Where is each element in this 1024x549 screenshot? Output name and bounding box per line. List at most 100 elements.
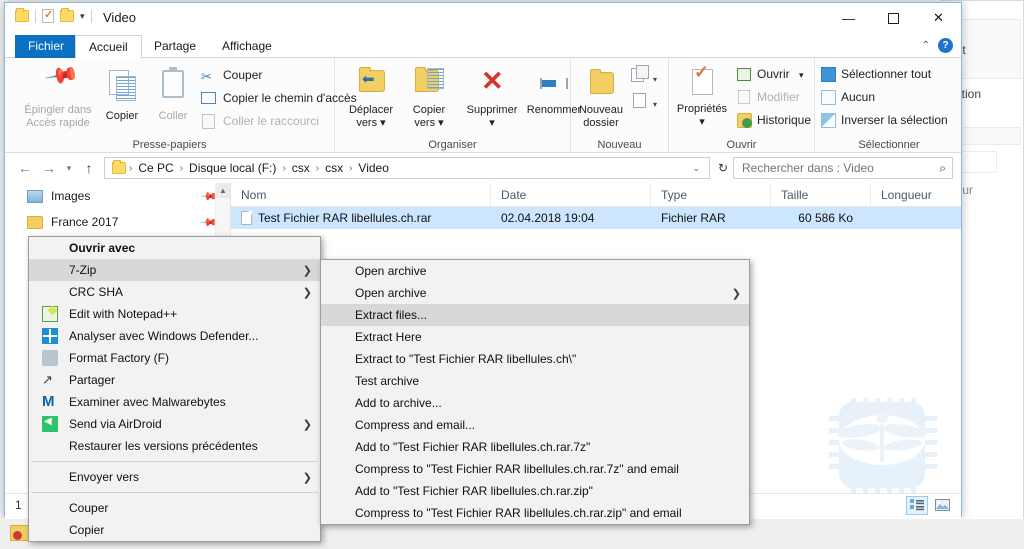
menu-item-7-zip[interactable]: 7-Zip ❯ — [29, 259, 320, 281]
chevron-down-icon[interactable]: ▾ — [80, 11, 85, 22]
cut-button[interactable]: ✂ Couper — [201, 65, 262, 85]
table-row[interactable]: Test Fichier RAR libellules.ch.rar 02.04… — [231, 207, 961, 229]
menu-item-crc-sha[interactable]: CRC SHA ❯ — [29, 281, 320, 303]
quick-access-toolbar[interactable]: ▾ — [15, 8, 92, 23]
search-box[interactable]: ⌕ — [733, 157, 953, 179]
breadcrumb-item-4[interactable]: Video — [355, 160, 391, 176]
sidebar-item-label: France 2017 — [51, 215, 119, 229]
chevron-down-icon[interactable]: ▾ — [653, 70, 657, 90]
scroll-up-icon[interactable]: ▲ — [216, 183, 230, 198]
breadcrumb-item-1[interactable]: Disque local (F:) — [186, 160, 279, 176]
file-name-cell[interactable]: Test Fichier RAR libellules.ch.rar — [231, 207, 491, 229]
maximize-button[interactable] — [871, 3, 916, 33]
thumbnail-view-button[interactable] — [931, 496, 953, 515]
chevron-down-icon[interactable]: ⌄ — [687, 163, 705, 174]
menu-item-examiner-malwarebytes[interactable]: M Examiner avec Malwarebytes — [29, 391, 320, 413]
sidebar-item-images[interactable]: Images 📌 — [5, 183, 230, 209]
close-button[interactable]: ✕ — [916, 3, 961, 33]
breadcrumb-item-3[interactable]: csx — [322, 160, 346, 176]
menu-item-label: Extract files... — [355, 308, 428, 322]
submenu-item-add-to-archive[interactable]: Add to archive... — [321, 392, 749, 414]
invert-selection-button[interactable]: Inverser la sélection — [819, 110, 948, 130]
chevron-down-icon[interactable]: ▾ — [793, 70, 804, 80]
submenu-item-open-archive[interactable]: Open archive — [321, 260, 749, 282]
menu-item-label: Compress and email... — [355, 418, 476, 432]
collapse-ribbon-icon[interactable]: ⌃ — [922, 40, 930, 51]
submenu-item-add-to-zip[interactable]: Add to "Test Fichier RAR libellules.ch.r… — [321, 480, 749, 502]
menu-item-envoyer-vers[interactable]: Envoyer vers ❯ — [29, 466, 320, 488]
sidebar-item-france-2017[interactable]: France 2017 📌 — [5, 209, 230, 235]
breadcrumb-item-2[interactable]: csx — [289, 160, 313, 176]
up-button[interactable]: ↑ — [77, 157, 101, 179]
column-header-date[interactable]: Date — [491, 182, 651, 207]
menu-item-edit-with-notepadpp[interactable]: Edit with Notepad++ — [29, 303, 320, 325]
select-all-button[interactable]: Sélectionner tout — [819, 64, 931, 84]
ribbon-group-new: Nouveau dossier ▾ ▾ Nouveau — [571, 58, 669, 153]
submenu-item-extract-files[interactable]: Extract files... — [321, 304, 749, 326]
column-header-taille[interactable]: Taille — [771, 182, 871, 207]
menu-item-restaurer-versions[interactable]: Restaurer les versions précédentes — [29, 435, 320, 457]
tab-fichier[interactable]: Fichier — [15, 35, 78, 58]
pin-icon: 📌 — [43, 57, 81, 94]
chevron-right-icon: ❯ — [302, 264, 312, 277]
chevron-down-icon[interactable]: ▾ — [653, 95, 657, 115]
menu-item-ouvrir-avec[interactable]: Ouvrir avec — [29, 237, 320, 259]
menu-item-couper[interactable]: Couper — [29, 497, 320, 519]
column-header-nom[interactable]: Nom — [231, 182, 491, 207]
context-menu[interactable]: Ouvrir avec 7-Zip ❯ CRC SHA ❯ Edit with … — [28, 236, 321, 542]
minimize-button[interactable]: — — [826, 3, 871, 33]
tab-partage[interactable]: Partage — [141, 35, 209, 58]
tab-affichage[interactable]: Affichage — [209, 35, 285, 58]
recent-locations-button[interactable]: ▾ — [61, 157, 77, 179]
easy-access-icon — [633, 93, 646, 108]
open-icon — [737, 68, 751, 81]
submenu-item-extract-to[interactable]: Extract to "Test Fichier RAR libellules.… — [321, 348, 749, 370]
tab-accueil[interactable]: Accueil — [75, 35, 142, 59]
search-input[interactable] — [740, 160, 940, 176]
menu-item-format-factory[interactable]: Format Factory (F) — [29, 347, 320, 369]
submenu-item-add-to-7z[interactable]: Add to "Test Fichier RAR libellules.ch.r… — [321, 436, 749, 458]
ribbon-controls: ⌃ ? — [922, 38, 953, 53]
submenu-item-compress-and-email[interactable]: Compress and email... — [321, 414, 749, 436]
open-button[interactable]: Ouvrir ▾ — [735, 64, 804, 84]
submenu-item-open-archive-with[interactable]: Open archive ❯ — [321, 282, 749, 304]
submenu-item-compress-to-7z-email[interactable]: Compress to "Test Fichier RAR libellules… — [321, 458, 749, 480]
history-button[interactable]: Historique — [735, 110, 811, 130]
modify-button[interactable]: Modifier — [735, 87, 800, 107]
menu-item-analyser-windows-defender[interactable]: Analyser avec Windows Defender... — [29, 325, 320, 347]
submenu-7zip[interactable]: Open archive Open archive ❯ Extract file… — [320, 259, 750, 525]
menu-item-partager[interactable]: ↗ Partager — [29, 369, 320, 391]
select-none-icon — [821, 90, 836, 105]
search-icon[interactable]: ⌕ — [939, 161, 946, 176]
delete-caret-icon[interactable]: ▾ — [461, 117, 523, 129]
properties-icon[interactable] — [42, 8, 54, 23]
paste-shortcut-button[interactable]: Coller le raccourci — [201, 111, 319, 131]
address-breadcrumb-box[interactable]: › Ce PC › Disque local (F:) › csx › csx … — [104, 157, 710, 179]
delete-label: Supprimer — [466, 104, 518, 116]
select-none-label: Aucun — [841, 90, 876, 104]
menu-item-label: Copier — [69, 523, 105, 537]
airdroid-icon — [42, 416, 58, 432]
back-button[interactable]: ← — [13, 157, 37, 179]
column-header-type[interactable]: Type — [651, 182, 771, 207]
column-header-longueur[interactable]: Longueur — [871, 183, 961, 207]
select-none-button[interactable]: Aucun — [819, 87, 875, 107]
refresh-button[interactable]: ↻ — [713, 158, 733, 178]
breadcrumb-item-0[interactable]: Ce PC — [135, 160, 176, 176]
screen: out ection r ueur ▾ Video — ✕ — [0, 0, 1024, 549]
details-view-button[interactable] — [906, 495, 928, 515]
menu-item-copier[interactable]: Copier — [29, 519, 320, 541]
help-icon[interactable]: ? — [938, 38, 953, 53]
new-folder-icon[interactable] — [60, 8, 74, 22]
submenu-item-test-archive[interactable]: Test archive — [321, 370, 749, 392]
menu-item-label: Add to archive... — [355, 396, 442, 410]
properties-caret-icon[interactable]: ▾ — [671, 116, 733, 128]
copy-path-button[interactable]: Copier le chemin d'accès — [201, 88, 357, 108]
folder-icon[interactable] — [15, 8, 29, 22]
forward-button[interactable]: → — [37, 157, 61, 179]
submenu-item-extract-here[interactable]: Extract Here — [321, 326, 749, 348]
menu-item-send-via-airdroid[interactable]: Send via AirDroid ❯ — [29, 413, 320, 435]
menu-separator — [31, 461, 318, 462]
submenu-item-compress-to-zip-email[interactable]: Compress to "Test Fichier RAR libellules… — [321, 502, 749, 524]
copy-to-label-1: Copier — [412, 104, 446, 116]
